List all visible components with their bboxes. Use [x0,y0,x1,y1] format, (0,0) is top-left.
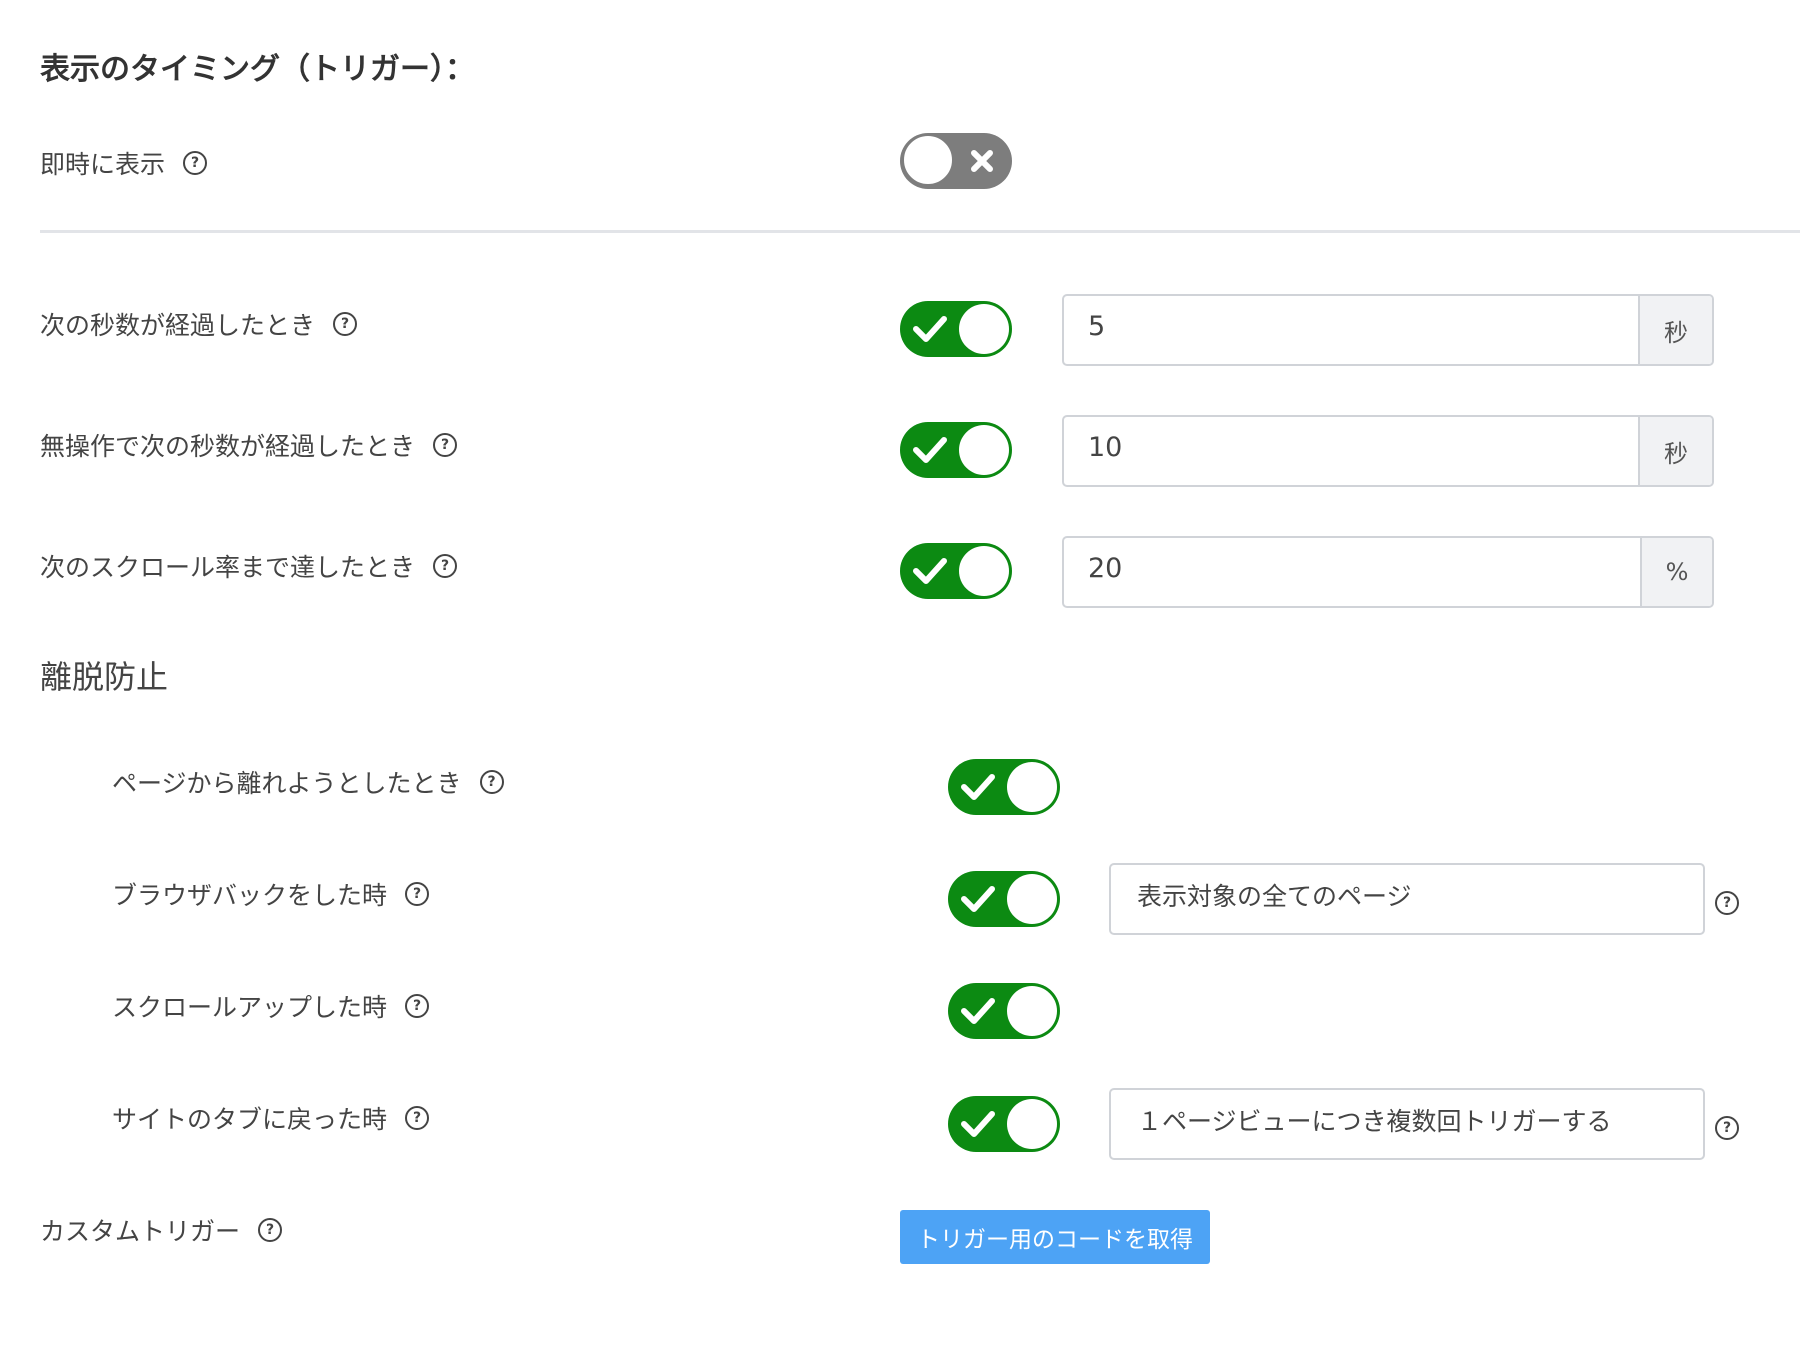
help-icon[interactable]: ? [333,312,358,336]
help-icon[interactable]: ? [405,1106,430,1130]
get-trigger-code-button[interactable]: トリガー用のコードを取得 [900,1210,1210,1264]
toggle-knob [959,546,1009,596]
trigger-idle-seconds-label: 無操作で次の秒数が経過したとき ? [40,425,458,465]
help-icon[interactable]: ? [433,433,458,457]
exit-scroll-up-label: スクロールアップした時 ? [112,986,430,1026]
check-icon [902,422,958,478]
toggle-knob [1007,874,1057,924]
help-icon[interactable]: ? [405,994,430,1018]
exit-leave-page-toggle[interactable] [948,759,1060,815]
idle-seconds-value[interactable]: 10 [1064,417,1638,485]
idle-seconds-input[interactable]: 10 秒 [1062,415,1714,487]
custom-trigger-label: カスタムトリガー ? [40,1210,283,1250]
check-icon [902,301,958,357]
check-icon [902,543,958,599]
toggle-knob [959,304,1009,354]
exit-leave-page-label: ページから離れようとしたとき ? [112,762,504,802]
help-icon[interactable]: ? [479,770,504,794]
cross-icon [954,133,1010,189]
check-icon [950,871,1006,927]
help-icon[interactable]: ? [405,882,430,906]
toggle-knob [1007,1099,1057,1149]
exit-scroll-up-toggle[interactable] [948,983,1060,1039]
exit-tab-return-toggle[interactable] [948,1096,1060,1152]
divider [40,230,1800,233]
trigger-scroll-rate-label: 次のスクロール率まで達したとき ? [40,546,458,586]
scroll-rate-input[interactable]: 20 % [1062,536,1714,608]
trigger-elapsed-seconds-toggle[interactable] [900,301,1012,357]
idle-seconds-unit: 秒 [1638,417,1712,485]
page-title: 表示のタイミング（トリガー）： [40,52,475,87]
elapsed-seconds-unit: 秒 [1638,296,1712,364]
trigger-scroll-rate-text: 次のスクロール率まで達したとき [40,553,416,582]
trigger-idle-seconds-text: 無操作で次の秒数が経過したとき [40,432,416,461]
help-icon[interactable]: ? [1715,891,1739,915]
exit-prevention-title: 離脱防止 [40,658,169,696]
immediate-display-toggle[interactable] [900,133,1012,189]
help-icon[interactable]: ? [258,1218,283,1242]
check-icon [950,1096,1006,1152]
elapsed-seconds-input[interactable]: 5 秒 [1062,294,1714,366]
trigger-scroll-rate-toggle[interactable] [900,543,1012,599]
elapsed-seconds-value[interactable]: 5 [1064,296,1638,364]
trigger-elapsed-seconds-label: 次の秒数が経過したとき ? [40,304,358,344]
toggle-knob [902,134,954,186]
exit-leave-page-text: ページから離れようとしたとき [112,769,462,798]
check-icon [950,983,1006,1039]
scroll-rate-value[interactable]: 20 [1064,538,1640,606]
toggle-knob [959,425,1009,475]
immediate-display-label: 即時に表示 ? [40,143,208,183]
exit-tab-return-label: サイトのタブに戻った時 ? [112,1098,430,1138]
scroll-rate-unit: % [1640,538,1712,606]
help-icon[interactable]: ? [1715,1116,1739,1140]
exit-browser-back-toggle[interactable] [948,871,1060,927]
help-icon[interactable]: ? [433,554,458,578]
exit-browser-back-label: ブラウザバックをした時 ? [112,874,430,914]
toggle-knob [1007,986,1057,1036]
immediate-display-text: 即時に表示 [40,150,166,179]
help-icon[interactable]: ? [183,151,208,175]
check-icon [950,759,1006,815]
exit-tab-return-text: サイトのタブに戻った時 [112,1105,388,1134]
exit-scroll-up-text: スクロールアップした時 [112,993,388,1022]
custom-trigger-text: カスタムトリガー [40,1217,241,1246]
browser-back-target-select[interactable]: 表示対象の全てのページ [1109,863,1705,935]
exit-browser-back-text: ブラウザバックをした時 [112,881,388,910]
trigger-idle-seconds-toggle[interactable] [900,422,1012,478]
trigger-elapsed-seconds-text: 次の秒数が経過したとき [40,311,316,340]
toggle-knob [1007,762,1057,812]
tab-return-frequency-select[interactable]: １ページビューにつき複数回トリガーする [1109,1088,1705,1160]
